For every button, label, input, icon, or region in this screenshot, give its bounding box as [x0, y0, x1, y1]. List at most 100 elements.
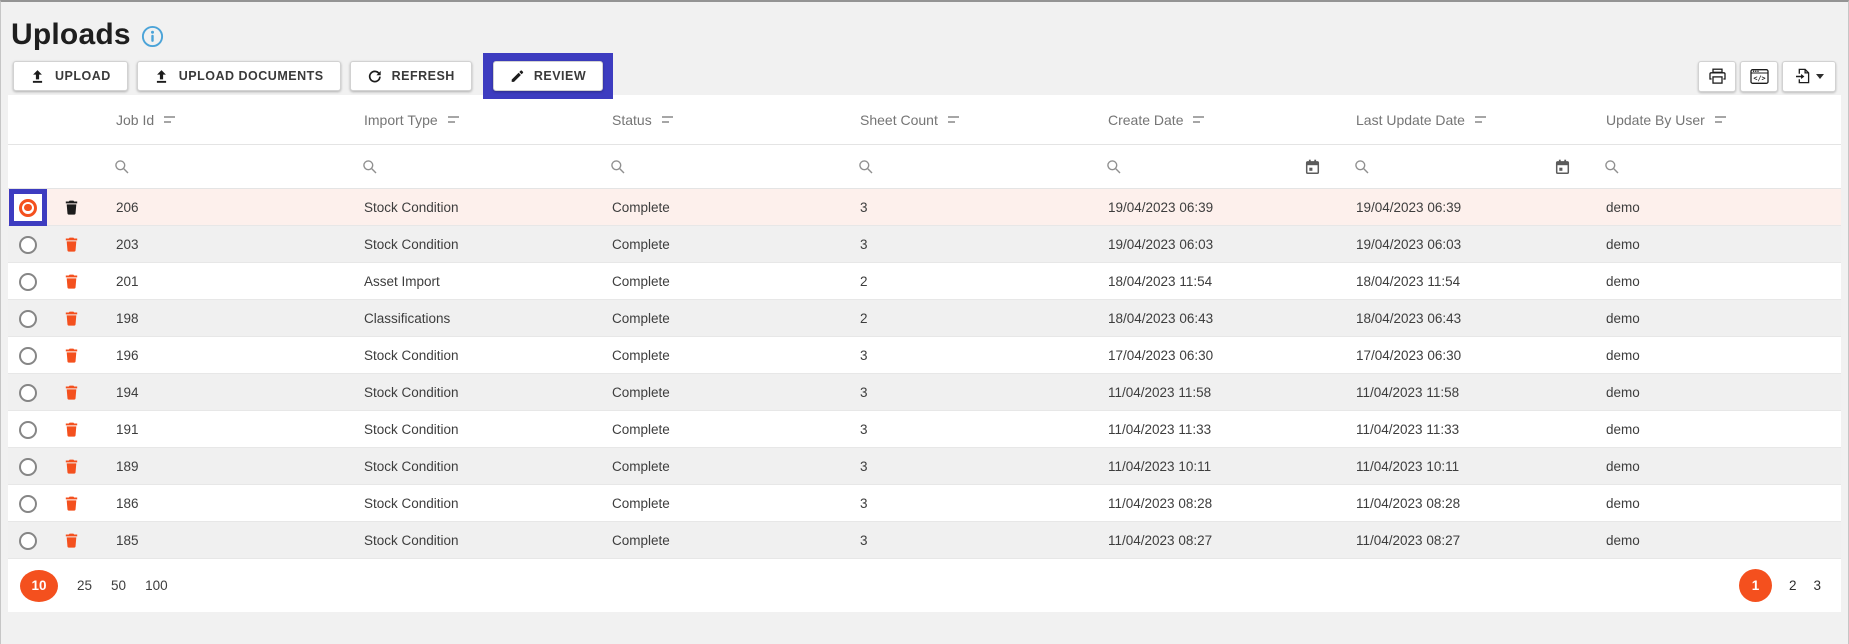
cell-sheet-count: 3 — [838, 422, 1086, 437]
search-icon[interactable] — [610, 159, 626, 175]
radio-button[interactable] — [19, 347, 37, 365]
info-icon[interactable] — [141, 25, 164, 48]
delete-button[interactable] — [63, 198, 80, 217]
cell-last-update-date: 11/04/2023 10:11 — [1334, 459, 1584, 474]
page-number-1[interactable]: 1 — [1739, 569, 1772, 602]
page-size-selector: 10 25 50 100 — [20, 570, 168, 602]
cell-job-id: 196 — [94, 348, 342, 363]
cell-create-date: 11/04/2023 11:58 — [1086, 385, 1334, 400]
page-size-50[interactable]: 50 — [111, 578, 126, 593]
header-filter-icon[interactable] — [448, 116, 459, 122]
header-filter-icon[interactable] — [662, 116, 673, 122]
delete-button[interactable] — [63, 494, 80, 513]
column-header-import-type[interactable]: Import Type — [342, 112, 590, 128]
filter-cell-sheet-count[interactable] — [838, 159, 1086, 175]
radio-button[interactable] — [19, 273, 37, 291]
cell-import-type: Stock Condition — [342, 385, 590, 400]
radio-button[interactable] — [19, 421, 37, 439]
radio-button[interactable] — [19, 384, 37, 402]
filter-cell-create-date[interactable] — [1086, 159, 1334, 175]
upload-button[interactable]: UPLOAD — [13, 61, 128, 91]
radio-button[interactable] — [19, 495, 37, 513]
cell-create-date: 11/04/2023 08:28 — [1086, 496, 1334, 511]
search-icon[interactable] — [1354, 159, 1370, 175]
cell-create-date: 11/04/2023 10:11 — [1086, 459, 1334, 474]
search-icon[interactable] — [362, 159, 378, 175]
header-filter-icon[interactable] — [164, 116, 175, 122]
delete-button[interactable] — [63, 457, 80, 476]
cell-job-id: 198 — [94, 311, 342, 326]
column-header-job-id[interactable]: Job Id — [94, 112, 342, 128]
delete-button[interactable] — [63, 235, 80, 254]
cell-sheet-count: 2 — [838, 274, 1086, 289]
delete-button[interactable] — [63, 346, 80, 365]
filter-cell-update-by-user[interactable] — [1584, 159, 1841, 175]
refresh-label: REFRESH — [392, 69, 455, 83]
cell-status: Complete — [590, 311, 838, 326]
cell-update-by-user: demo — [1584, 200, 1841, 215]
table-row: 206Stock ConditionComplete319/04/2023 06… — [8, 189, 1841, 226]
header-filter-icon[interactable] — [1193, 116, 1204, 122]
cell-sheet-count: 3 — [838, 237, 1086, 252]
cell-update-by-user: demo — [1584, 533, 1841, 548]
header-filter-icon[interactable] — [1715, 116, 1726, 122]
table-filter-row — [8, 145, 1841, 189]
delete-button[interactable] — [63, 272, 80, 291]
table-row: 196Stock ConditionComplete317/04/2023 06… — [8, 337, 1841, 374]
column-label: Last Update Date — [1356, 112, 1465, 128]
column-header-sheet-count[interactable]: Sheet Count — [838, 112, 1086, 128]
calendar-icon[interactable] — [1555, 159, 1570, 175]
review-button[interactable]: REVIEW — [493, 61, 603, 91]
filter-cell-status[interactable] — [590, 159, 838, 175]
cell-sheet-count: 3 — [838, 533, 1086, 548]
delete-button[interactable] — [63, 420, 80, 439]
page-size-10[interactable]: 10 — [20, 570, 58, 602]
upload-documents-button[interactable]: UPLOAD DOCUMENTS — [137, 61, 341, 91]
radio-button[interactable] — [19, 532, 37, 550]
column-header-last-update-date[interactable]: Last Update Date — [1334, 112, 1584, 128]
column-header-update-by-user[interactable]: Update By User — [1584, 112, 1841, 128]
refresh-button[interactable]: REFRESH — [350, 61, 472, 91]
header-filter-icon[interactable] — [948, 116, 959, 122]
table-row: 198ClassificationsComplete218/04/2023 06… — [8, 300, 1841, 337]
review-label: REVIEW — [534, 69, 586, 83]
page-size-100[interactable]: 100 — [145, 578, 168, 593]
filter-cell-import-type[interactable] — [342, 159, 590, 175]
code-view-button[interactable]: </> — [1740, 61, 1778, 92]
cell-import-type: Asset Import — [342, 274, 590, 289]
delete-button[interactable] — [63, 309, 80, 328]
page-number-2[interactable]: 2 — [1789, 578, 1797, 593]
delete-button[interactable] — [63, 531, 80, 550]
radio-button[interactable] — [19, 199, 37, 217]
cell-last-update-date: 11/04/2023 11:58 — [1334, 385, 1584, 400]
column-label: Create Date — [1108, 112, 1183, 128]
cell-import-type: Stock Condition — [342, 422, 590, 437]
radio-button[interactable] — [19, 236, 37, 254]
cell-update-by-user: demo — [1584, 459, 1841, 474]
export-button[interactable] — [1782, 61, 1836, 92]
search-icon[interactable] — [1106, 159, 1122, 175]
table-row: 191Stock ConditionComplete311/04/2023 11… — [8, 411, 1841, 448]
print-button[interactable] — [1698, 61, 1736, 92]
cell-status: Complete — [590, 422, 838, 437]
column-header-status[interactable]: Status — [590, 112, 838, 128]
header-filter-icon[interactable] — [1475, 116, 1486, 122]
filter-cell-job-id[interactable] — [94, 159, 342, 175]
filter-cell-last-update-date[interactable] — [1334, 159, 1584, 175]
radio-button[interactable] — [19, 310, 37, 328]
table-row: 201Asset ImportComplete218/04/2023 11:54… — [8, 263, 1841, 300]
cell-create-date: 19/04/2023 06:39 — [1086, 200, 1334, 215]
table-row: 186Stock ConditionComplete311/04/2023 08… — [8, 485, 1841, 522]
search-icon[interactable] — [114, 159, 130, 175]
column-header-create-date[interactable]: Create Date — [1086, 112, 1334, 128]
page-size-25[interactable]: 25 — [77, 578, 92, 593]
toolbar-icon-buttons: </> — [1698, 61, 1836, 92]
page-number-3[interactable]: 3 — [1813, 578, 1821, 593]
cell-last-update-date: 17/04/2023 06:30 — [1334, 348, 1584, 363]
radio-button[interactable] — [19, 458, 37, 476]
cell-sheet-count: 3 — [838, 496, 1086, 511]
delete-button[interactable] — [63, 383, 80, 402]
calendar-icon[interactable] — [1305, 159, 1320, 175]
search-icon[interactable] — [1604, 159, 1620, 175]
search-icon[interactable] — [858, 159, 874, 175]
